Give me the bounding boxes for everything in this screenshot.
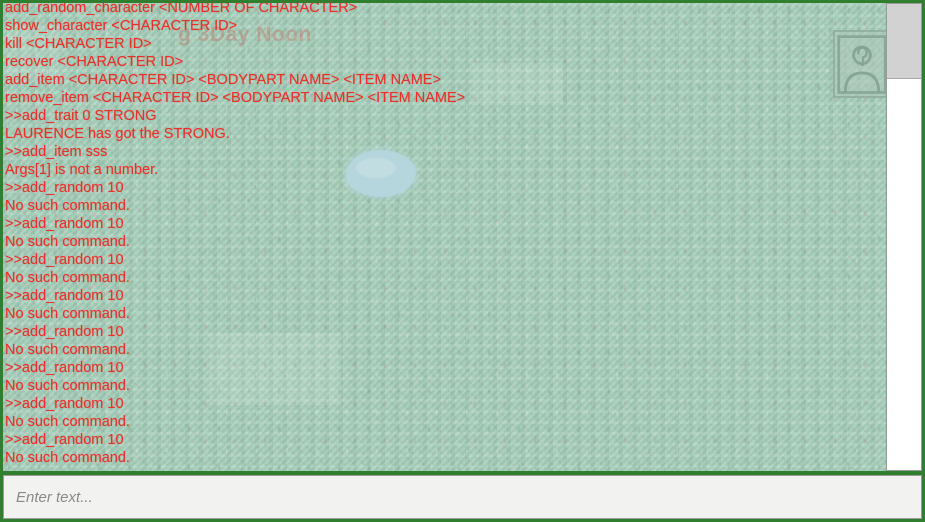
character-portrait-panel[interactable] bbox=[833, 30, 891, 98]
game-map-viewport[interactable]: g 3Day Noon add_random_character <NUMBER… bbox=[3, 3, 922, 471]
map-clearing-region bbox=[473, 63, 563, 103]
tree-sprites-layer bbox=[3, 3, 922, 471]
map-time-watermark: g 3Day Noon bbox=[178, 23, 312, 46]
command-input-field[interactable] bbox=[16, 476, 909, 518]
map-clearing-region bbox=[209, 333, 341, 405]
console-scrollbar-thumb[interactable] bbox=[887, 4, 921, 79]
map-clearing-region bbox=[3, 27, 63, 79]
console-scrollbar[interactable] bbox=[886, 3, 922, 471]
unknown-person-icon bbox=[837, 35, 887, 94]
pond-water-feature[interactable] bbox=[346, 150, 416, 197]
application-window: g 3Day Noon add_random_character <NUMBER… bbox=[0, 0, 925, 522]
command-input-bar[interactable] bbox=[3, 475, 922, 519]
